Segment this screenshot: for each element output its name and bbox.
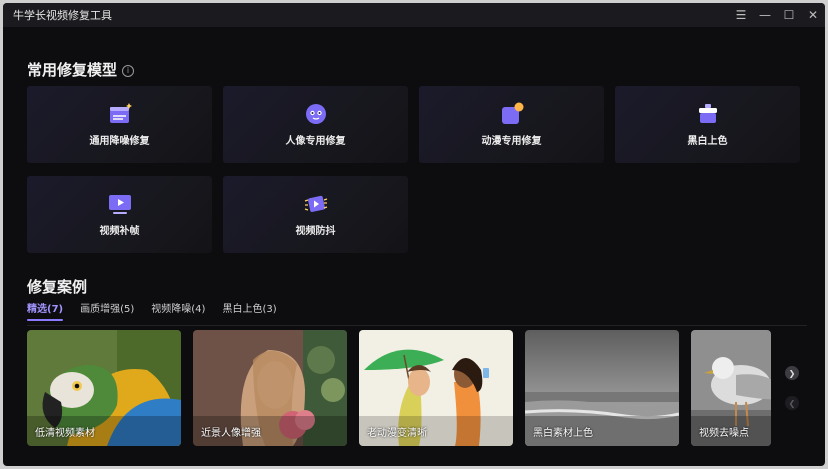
close-icon[interactable]: ✕: [801, 3, 825, 27]
app-title: 牛学长视频修复工具: [13, 9, 112, 22]
model-card-label: 动漫专用修复: [481, 136, 542, 147]
anime-icon: [501, 102, 523, 124]
app-window: 牛学长视频修复工具 ☰ — ☐ ✕ 常用修复模型 i 通用降噪修复 人像专用修复…: [3, 3, 825, 466]
case-card-low-res[interactable]: 低清视频素材: [27, 330, 181, 446]
model-card-denoise[interactable]: 通用降噪修复: [27, 86, 212, 163]
case-caption: 近景人像增强: [201, 428, 261, 439]
face-icon: [305, 104, 326, 124]
model-card-stabilize[interactable]: 视频防抖: [223, 176, 408, 253]
video-play-icon: [108, 195, 131, 214]
info-icon[interactable]: i: [122, 64, 135, 77]
cases-section-title: 修复案例: [27, 278, 88, 296]
case-card-denoise[interactable]: 视频去噪点: [691, 330, 771, 446]
clapperboard-icon: [109, 103, 132, 123]
model-card-portrait[interactable]: 人像专用修复: [223, 86, 408, 163]
model-card-anime[interactable]: 动漫专用修复: [419, 86, 604, 163]
title-bar: 牛学长视频修复工具 ☰ — ☐ ✕: [3, 3, 825, 27]
case-card-portrait[interactable]: 近景人像增强: [193, 330, 347, 446]
case-caption: 老动漫变清晰: [367, 428, 427, 439]
menu-icon[interactable]: ☰: [729, 3, 753, 27]
models-section-title: 常用修复模型 i: [27, 59, 135, 80]
case-card-anime[interactable]: 老动漫变清晰: [359, 330, 513, 446]
case-caption: 低清视频素材: [35, 428, 95, 439]
models-title-text: 常用修复模型: [27, 61, 118, 79]
model-card-label: 视频防抖: [295, 226, 336, 237]
maximize-icon[interactable]: ☐: [777, 3, 801, 27]
tab-featured[interactable]: 精选(7): [27, 300, 64, 321]
minimize-icon[interactable]: —: [753, 3, 777, 27]
case-card-bw[interactable]: 黑白素材上色: [525, 330, 679, 446]
model-card-label: 视频补帧: [99, 226, 140, 237]
case-caption: 视频去噪点: [699, 428, 749, 439]
case-tabs: 精选(7) 画质增强(5) 视频降噪(4) 黑白上色(3): [27, 300, 294, 321]
tab-colorize[interactable]: 黑白上色(3): [222, 300, 276, 321]
prev-arrow-icon[interactable]: ❮: [785, 396, 799, 410]
next-arrow-icon[interactable]: ❯: [785, 366, 799, 380]
model-card-label: 人像专用修复: [285, 136, 346, 147]
paint-bucket-icon: [698, 104, 717, 123]
tab-quality-enhance[interactable]: 画质增强(5): [80, 300, 134, 321]
tab-video-denoise[interactable]: 视频降噪(4): [151, 300, 205, 321]
model-card-interpolation[interactable]: 视频补帧: [27, 176, 212, 253]
model-card-label: 黑白上色: [687, 136, 728, 147]
tab-divider: [27, 325, 807, 326]
model-card-colorize[interactable]: 黑白上色: [615, 86, 800, 163]
window-controls: ☰ — ☐ ✕: [729, 3, 825, 27]
stabilize-icon: [304, 195, 327, 212]
model-card-label: 通用降噪修复: [89, 136, 150, 147]
case-caption: 黑白素材上色: [533, 428, 593, 439]
